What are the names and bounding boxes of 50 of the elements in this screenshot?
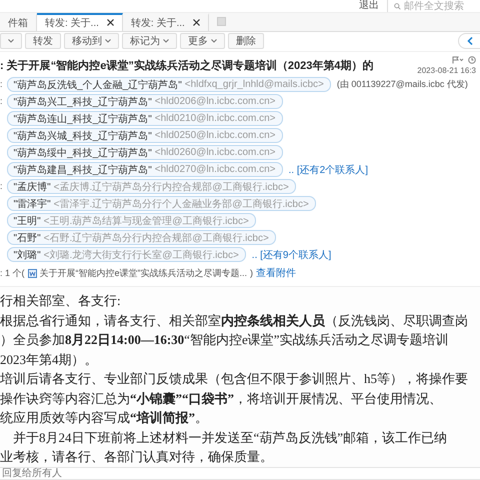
toolbar-button[interactable]: 移动到 xyxy=(64,33,119,50)
toolbar-button[interactable]: 转发 xyxy=(25,33,61,50)
contact-chip[interactable]: "葫芦岛连山_科技_辽宁葫芦岛" <hld0210@ln.icbc.com.cn> xyxy=(6,111,283,126)
contact-chip[interactable]: "雷泽宇" <雷泽宇.辽宁葫芦岛分行个人金融业务部@工商银行.icbc> xyxy=(6,196,316,212)
sender-note: (由 001139227@mails.icbc 代发) xyxy=(336,78,468,92)
attachment-name[interactable]: 关于开展“智能内控e课堂”实战练兵活动之尽调专题... xyxy=(40,266,248,280)
mail-date: 2023-08-21 16:3 xyxy=(417,66,476,76)
quick-reply-field[interactable]: 回复给所有人 xyxy=(0,466,480,480)
body-paragraph: ）全员参加8月22日14:00—16:30“智能内控e课堂”实战练兵活动之尽调专题培训 xyxy=(0,331,450,350)
contact-chip[interactable]: "葫芦岛绥中_科技_辽宁葫芦岛" <hld0260@ln.icbc.com.cn> xyxy=(6,145,283,160)
toolbar-button[interactable]: 更多 xyxy=(180,33,225,50)
body-paragraph: 培训后请各支行、专业部门反馈成果（包含但不限于参训照片、h5等），将操作要 xyxy=(0,370,469,388)
body-paragraph: 并于8月24日下班前将上述材料一并发送至“葫芦岛反洗钱”邮箱，该工作已纳 xyxy=(12,428,448,447)
body-paragraph: 2023年第4期）。 xyxy=(0,350,98,369)
body-paragraph: 统应用质效等内容写成“培训简报”。 xyxy=(0,409,209,428)
toolbar-button[interactable]: 删除 xyxy=(228,33,264,50)
logout-link[interactable]: 退出 xyxy=(359,0,379,12)
clock-icon[interactable] xyxy=(468,56,476,64)
body-paragraph: 操作诀窍等内容汇总为“小锦囊”“口袋书”，将培训开展情况、平台使用情况、 xyxy=(0,390,443,408)
close-icon[interactable] xyxy=(192,19,200,26)
body-paragraph: 业考核，请各行、各部门认真对待，确保质量。 xyxy=(0,448,274,466)
chevron-left-icon xyxy=(466,37,472,46)
contact-chip[interactable]: "葫芦岛兴工_科技_辽宁葫芦岛" <hld0206@ln.icbc.com.cn> xyxy=(6,94,283,110)
field-label: : xyxy=(0,78,3,92)
contact-chip[interactable]: "葫芦岛兴城_科技_辽宁葫芦岛" <hld0250@ln.icbc.com.cn> xyxy=(6,128,283,144)
body-paragraph: 根据总省行通知，请各支行、相关部室内控条线相关人员（反洗钱岗、尽职调查岗 xyxy=(0,312,469,330)
tab[interactable]: 转发: 关于... xyxy=(37,13,123,31)
contact-chip[interactable]: "葫芦岛反洗钱_个人金融_辽宁葫芦岛" <hldfxq_grjr_lnhld@mails.icbc> xyxy=(6,77,331,92)
contact-chip[interactable]: "石野" <石野.辽宁葫芦岛分行内控合规部@工商银行.icbc> xyxy=(6,230,276,246)
search-icon xyxy=(394,2,401,10)
attachment-count: : 1 个( xyxy=(0,266,25,280)
view-attachment-link[interactable]: 查看附件 xyxy=(256,266,296,280)
field-label: : xyxy=(0,95,3,108)
more-contacts-link[interactable]: .. [还有9个联系人] xyxy=(252,248,332,262)
field-label: : xyxy=(0,180,3,194)
contact-chip[interactable]: "王明" <王明.葫芦岛结算与现金管理@工商银行.icbc> xyxy=(6,213,256,228)
search-field[interactable]: 邮件全文搜索 xyxy=(404,0,474,12)
contact-chip[interactable]: "葫芦岛建昌_科技_辽宁葫芦岛" <hld0270@ln.icbc.com.cn> xyxy=(6,162,283,178)
close-icon[interactable] xyxy=(106,19,114,26)
flag-icon[interactable] xyxy=(452,56,464,64)
attachment-paren: ) xyxy=(250,268,254,278)
toolbar-button[interactable]: 标记为 xyxy=(122,33,177,50)
back-button[interactable] xyxy=(458,33,480,50)
document-icon xyxy=(28,268,37,278)
mail-subject: : 关于开展“智能内控e课堂”实战练兵活动之尽调专题培训（2023年第4期）的 xyxy=(0,58,374,74)
body-paragraph: 行相关部室、各支行: xyxy=(0,292,122,310)
toolbar-button[interactable] xyxy=(0,33,22,50)
more-contacts-link[interactable]: .. [还有2个联系人] xyxy=(288,162,368,177)
contact-chip[interactable]: "刘璐" <刘璐.龙湾大街支行行长室@工商银行.icbc> xyxy=(6,247,246,262)
contact-chip[interactable]: "孟庆博" <孟庆博.辽宁葫芦岛分行内控合规部@工商银行.icbc> xyxy=(6,179,296,194)
